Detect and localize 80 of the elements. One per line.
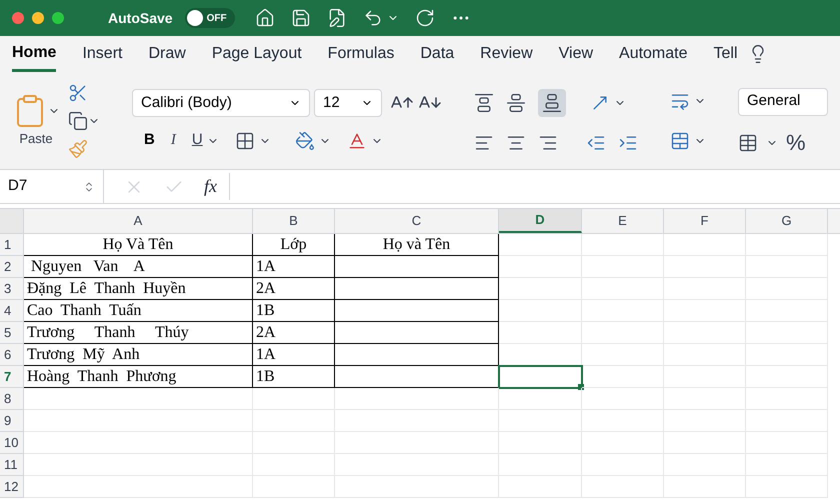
select-all-corner[interactable] xyxy=(0,209,24,233)
paste-button[interactable]: Paste xyxy=(12,92,60,148)
table-cell[interactable]: 1B xyxy=(253,300,335,322)
table-cell[interactable]: Trương Mỹ Anh xyxy=(24,344,253,366)
row-header[interactable]: 3 xyxy=(0,278,24,300)
save-icon[interactable] xyxy=(290,8,311,28)
column-header[interactable]: D xyxy=(499,209,582,233)
ribbon-tab[interactable]: Review xyxy=(480,36,533,72)
table-cell[interactable] xyxy=(335,256,499,278)
table-cell[interactable]: Trương Thanh Thúy xyxy=(24,322,253,344)
ribbon-tab[interactable]: Data xyxy=(420,36,454,72)
conditional-format-icon[interactable] xyxy=(738,132,758,152)
paintbrush-icon[interactable] xyxy=(68,138,88,158)
table-cell[interactable]: 1A xyxy=(253,344,335,366)
table-cell[interactable] xyxy=(335,322,499,344)
row-header[interactable]: 2 xyxy=(0,256,24,278)
copy-icon[interactable] xyxy=(68,110,88,130)
row-header[interactable]: 10 xyxy=(0,432,24,454)
save-as-icon[interactable] xyxy=(326,8,347,28)
column-header[interactable]: F xyxy=(664,209,746,233)
ribbon-tab[interactable]: View xyxy=(558,36,594,72)
column-header[interactable]: E xyxy=(582,209,664,233)
font-color-icon[interactable] xyxy=(346,130,367,150)
row-header[interactable]: 12 xyxy=(0,476,24,498)
column-header[interactable]: B xyxy=(253,209,335,233)
name-box[interactable]: D7 xyxy=(0,170,104,203)
ribbon-tab[interactable]: Draw xyxy=(148,36,186,72)
table-cell[interactable]: Họ và Tên xyxy=(335,234,499,256)
table-cell[interactable] xyxy=(335,300,499,322)
active-cell[interactable] xyxy=(499,366,582,388)
table-cell[interactable] xyxy=(335,344,499,366)
bold-button[interactable]: B xyxy=(144,129,155,152)
scissors-icon[interactable] xyxy=(68,82,88,102)
ribbon-tab[interactable]: Tell xyxy=(714,36,738,72)
ribbon-tab[interactable]: Formulas xyxy=(328,36,394,72)
insert-function-button[interactable]: fx xyxy=(204,173,230,200)
borders-icon[interactable] xyxy=(234,130,255,150)
column-header[interactable]: G xyxy=(746,209,828,233)
table-cell[interactable] xyxy=(335,278,499,300)
align-middle-icon[interactable] xyxy=(506,92,526,112)
align-top-icon[interactable] xyxy=(474,92,494,112)
underline-button[interactable]: U xyxy=(192,129,203,152)
row-header[interactable]: 7 xyxy=(0,366,24,388)
percent-button[interactable]: % xyxy=(786,132,806,154)
ribbon-tab[interactable]: Automate xyxy=(619,36,688,72)
number-format-field[interactable]: General xyxy=(738,88,828,116)
row-header[interactable]: 4 xyxy=(0,300,24,322)
table-cell[interactable]: 1A xyxy=(253,256,335,278)
redo-icon[interactable] xyxy=(414,8,435,28)
zoom-icon[interactable] xyxy=(52,12,64,24)
italic-button[interactable]: I xyxy=(170,129,176,152)
table-cell[interactable]: Hoàng Thanh Phương xyxy=(24,366,253,388)
ribbon-tab[interactable]: Insert xyxy=(82,36,122,72)
column-header[interactable]: A xyxy=(24,209,253,233)
home-icon[interactable] xyxy=(254,8,275,28)
table-cell[interactable]: 1B xyxy=(253,366,335,388)
row-header[interactable]: 11 xyxy=(0,454,24,476)
font-name-field[interactable]: Calibri (Body) xyxy=(132,89,310,118)
table-cell[interactable]: Lớp xyxy=(253,234,335,256)
autosave-label: AutoSave xyxy=(108,9,173,28)
row-header[interactable]: 8 xyxy=(0,388,24,410)
ribbon-tab[interactable]: Page Layout xyxy=(212,36,302,72)
font-size-field[interactable]: 12 xyxy=(314,89,382,118)
table-cell[interactable]: Họ Và Tên xyxy=(24,234,253,256)
autosave-toggle[interactable]: OFF xyxy=(184,8,235,28)
row-header[interactable]: 6 xyxy=(0,344,24,366)
row-header[interactable]: 9 xyxy=(0,410,24,432)
align-bottom-button[interactable] xyxy=(538,88,566,116)
stepper-icon[interactable] xyxy=(83,180,95,192)
row-header[interactable]: 5 xyxy=(0,322,24,344)
row-header[interactable]: 1 xyxy=(0,234,24,256)
table-cell[interactable]: Nguyen Van A xyxy=(24,256,253,278)
merge-icon[interactable] xyxy=(670,130,690,150)
table-cell[interactable]: Đặng Lê Thanh Huyền xyxy=(24,278,253,300)
table-cell[interactable]: 2A xyxy=(253,278,335,300)
close-icon[interactable] xyxy=(12,12,24,24)
minimize-icon[interactable] xyxy=(32,12,44,24)
table-cell[interactable]: 2A xyxy=(253,322,335,344)
fill-color-icon[interactable] xyxy=(294,130,315,150)
table-cell[interactable]: Cao Thanh Tuấn xyxy=(24,300,253,322)
